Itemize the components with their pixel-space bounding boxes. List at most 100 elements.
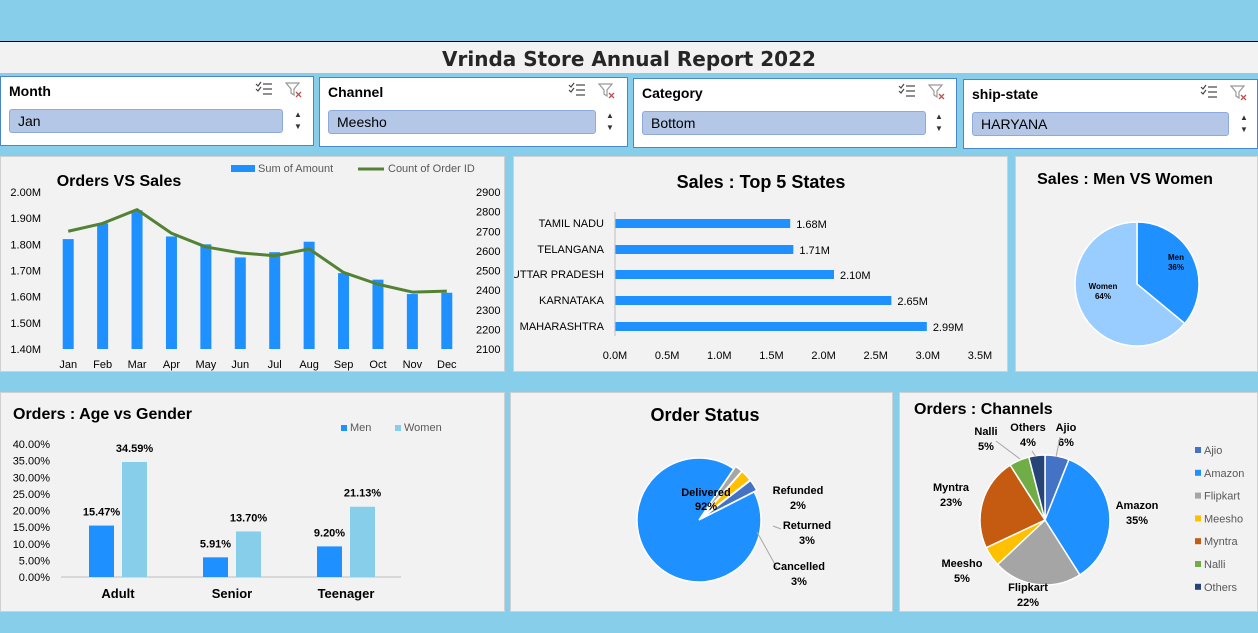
- chart-title: Orders : Age vs Gender: [13, 406, 192, 423]
- slicer-selected-item[interactable]: Jan: [9, 109, 283, 133]
- slicer-channel[interactable]: Channel Meesho ▲ ▼: [319, 77, 628, 147]
- bar: [122, 461, 147, 577]
- y-tick-label: 1.40M: [10, 344, 41, 356]
- slice-label: Meesho: [942, 558, 983, 570]
- scroll-arrows-icon[interactable]: ▲ ▼: [1237, 112, 1251, 138]
- clear-filter-icon[interactable]: [1230, 84, 1248, 102]
- slicer-header: Channel: [328, 84, 384, 100]
- slicer-ship-state[interactable]: ship-state HARYANA ▲ ▼: [963, 79, 1258, 149]
- legend-swatch: [1195, 515, 1201, 522]
- legend-swatch: [1195, 492, 1201, 499]
- channels-chart: Orders : ChannelsAjio6%AjioAmazon35%Amaz…: [914, 401, 1244, 609]
- legend-label: Women: [404, 422, 442, 434]
- y-tick-label: 5.00%: [19, 555, 50, 567]
- y-tick-label: 1.80M: [10, 239, 41, 251]
- bar: [234, 257, 246, 349]
- y-tick-label: 40.00%: [13, 439, 51, 451]
- data-label: 2.99M: [933, 322, 964, 334]
- x-tick-label: Apr: [163, 359, 180, 371]
- top-states-panel: Sales : Top 5 States TAMIL NADU 1.68M TELAN…: [513, 156, 1008, 372]
- legend-swatch: [1195, 583, 1201, 590]
- legend-label: Meesho: [1204, 513, 1243, 525]
- clear-filter-icon[interactable]: [598, 82, 616, 100]
- orders-vs-sales-chart: Orders VS Sales Sum of Amount Count of Ord…: [10, 163, 500, 371]
- slice-pct: 2%: [790, 500, 806, 512]
- slice-pct: 23%: [940, 497, 962, 509]
- y-tick-label: 30.00%: [13, 472, 51, 484]
- bar: [89, 525, 114, 577]
- slice-label: Amazon: [1116, 500, 1159, 512]
- men-vs-women-chart: Sales : Men VS Women Men36% Women64%: [1037, 171, 1213, 347]
- chart-title: Orders : Channels: [914, 401, 1053, 418]
- data-label: 1.71M: [799, 245, 830, 257]
- bar: [615, 296, 892, 305]
- slice-label: Myntra: [933, 482, 970, 494]
- slice-label: Cancelled: [773, 561, 825, 573]
- bar: [62, 239, 74, 349]
- x-tick-label: Adult: [101, 586, 135, 601]
- chart-title: Sales : Men VS Women: [1037, 171, 1213, 188]
- x-tick-label: May: [195, 359, 216, 371]
- x-tick-label: 2.0M: [811, 350, 835, 362]
- legend-swatch: [1195, 469, 1201, 476]
- y-tick-label: 0.00%: [19, 572, 50, 584]
- slicer-month[interactable]: Month Jan ▲ ▼: [0, 76, 314, 146]
- slicer-category[interactable]: Category Bottom ▲ ▼: [633, 78, 957, 148]
- data-label: 9.20%: [314, 527, 345, 539]
- clear-filter-icon[interactable]: [285, 81, 303, 99]
- y2-tick-label: 2500: [476, 266, 500, 278]
- x-tick-label: 2.5M: [863, 350, 887, 362]
- y2-tick-label: 2300: [476, 305, 500, 317]
- slice-pct: 92%: [695, 501, 717, 513]
- multi-select-icon[interactable]: [255, 81, 273, 97]
- scroll-arrows-icon[interactable]: ▲ ▼: [603, 110, 617, 136]
- chart-title: Orders VS Sales: [57, 173, 182, 190]
- bar: [338, 273, 350, 349]
- bar: [615, 219, 791, 228]
- multi-select-icon[interactable]: [1200, 84, 1218, 100]
- scroll-arrows-icon[interactable]: ▲ ▼: [932, 111, 946, 137]
- slice-label: Ajio: [1056, 422, 1077, 434]
- x-tick-label: Jan: [59, 359, 77, 371]
- legend-label: Others: [1204, 582, 1238, 594]
- y-tick-label: TAMIL NADU: [539, 218, 604, 230]
- channels-panel: Orders : Channels Ajio 6% Ajio Amazon 35% Amaz…: [899, 392, 1258, 612]
- bar: [406, 294, 418, 349]
- multi-select-icon[interactable]: [568, 82, 586, 98]
- y-tick-label: 20.00%: [13, 506, 51, 518]
- x-tick-label: Jun: [231, 359, 249, 371]
- x-tick-label: 3.0M: [916, 350, 940, 362]
- legend-label: Sum of Amount: [258, 163, 333, 175]
- y2-tick-label: 2700: [476, 226, 500, 238]
- slicer-selected-item[interactable]: HARYANA: [972, 112, 1229, 136]
- clear-filter-icon[interactable]: [928, 83, 946, 101]
- chart-title: Order Status: [650, 405, 759, 425]
- legend-label: Ajio: [1204, 445, 1222, 457]
- y-tick-label: KARNATAKA: [539, 295, 605, 307]
- y-tick-label: 1.90M: [10, 213, 41, 225]
- legend-label: Men: [350, 422, 371, 434]
- data-label: 2.65M: [897, 296, 928, 308]
- slice-pct: 3%: [791, 576, 807, 588]
- y-tick-label: 1.60M: [10, 292, 41, 304]
- bar: [200, 244, 212, 349]
- y2-tick-label: 2600: [476, 246, 500, 258]
- slicer-header: Category: [642, 85, 703, 101]
- bar: [615, 245, 794, 254]
- age-vs-gender-chart: Orders : Age vs Gender Men Women 40.00% 35.0…: [13, 406, 442, 601]
- slicer-selected-item[interactable]: Bottom: [642, 111, 926, 135]
- multi-select-icon[interactable]: [898, 83, 916, 99]
- legend-label: Myntra: [1204, 536, 1239, 548]
- legend-label: Amazon: [1204, 468, 1244, 480]
- data-label: 34.59%: [116, 443, 154, 455]
- slicer-selected-item[interactable]: Meesho: [328, 110, 596, 134]
- y-tick-label: 1.70M: [10, 266, 41, 278]
- x-tick-label: Teenager: [318, 586, 375, 601]
- slice-label: Returned: [783, 520, 831, 532]
- orders-vs-sales-panel: Orders VS Sales Sum of Amount Count of Ord…: [0, 156, 505, 372]
- x-tick-label: Jul: [268, 359, 282, 371]
- bar: [203, 557, 228, 577]
- scroll-arrows-icon[interactable]: ▲ ▼: [291, 109, 305, 135]
- series-line: [67, 208, 447, 294]
- bar: [441, 292, 453, 349]
